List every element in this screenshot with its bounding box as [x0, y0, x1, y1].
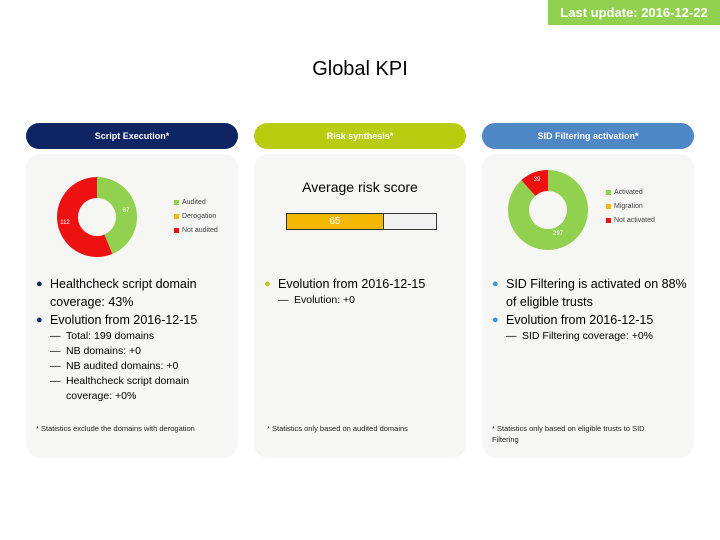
- script-sub-bullet: — Healthcheck script domain coverage: +0%: [36, 374, 231, 404]
- script-bullet-text: Healthcheck script domain coverage: 43%: [50, 277, 197, 309]
- risk-score-title: Average risk score: [302, 179, 418, 195]
- risk-synthesis-bullets: ● Evolution from 2016-12-15 — Evolution: +0: [264, 275, 459, 308]
- script-sub-bullet: — NB audited domains: +0: [36, 359, 231, 374]
- script-bullet-text: Evolution from 2016-12-15: [50, 313, 198, 327]
- dash-icon: —: [50, 330, 61, 342]
- risk-sub-bullet: — Evolution: +0: [264, 293, 459, 308]
- sid-donut-label-not-activated: 39: [534, 177, 541, 183]
- dash-icon: —: [50, 360, 61, 372]
- sid-bullet-text: Evolution from 2016-12-15: [506, 313, 654, 327]
- script-donut-label-not-audited: 112: [60, 220, 70, 226]
- dash-icon: —: [278, 294, 289, 306]
- risk-synthesis-header: Risk synthesis*: [254, 123, 466, 149]
- script-sub-bullet-text: NB audited domains: +0: [66, 360, 179, 372]
- page-title: Global KPI: [312, 58, 408, 80]
- sid-sub-bullet-text: SID Filtering coverage: +0%: [522, 330, 654, 342]
- dash-icon: —: [50, 345, 61, 357]
- script-execution-donut-chart: 87 112: [57, 177, 138, 257]
- sid-bullet: ● SID Filtering is activated on 88% of el…: [492, 275, 687, 311]
- risk-score-bar: 65: [286, 213, 437, 230]
- bullet-dot-icon: ●: [36, 314, 43, 326]
- legend-item-audited: Audited: [174, 195, 218, 209]
- bullet-dot-icon: ●: [492, 278, 499, 290]
- script-execution-legend: Audited Derogation Not audited: [174, 195, 218, 237]
- sid-bullet: ● Evolution from 2016-12-15: [492, 311, 687, 329]
- risk-score-fill: 65: [287, 214, 384, 229]
- script-sub-bullet: — NB domains: +0: [36, 344, 231, 359]
- script-sub-bullet-text: Total: 199 domains: [66, 330, 155, 342]
- script-execution-footnote: * Statistics exclude the domains with de…: [36, 424, 195, 433]
- sid-bullet-text: SID Filtering is activated on 88% of eli…: [506, 277, 687, 309]
- sid-filtering-header: SID Filtering activation*: [482, 123, 694, 149]
- legend-item-not-audited: Not audited: [174, 223, 218, 237]
- script-execution-header: Script Execution*: [26, 123, 238, 149]
- legend-item-activated: Activated: [606, 185, 655, 199]
- script-sub-bullet-text: NB domains: +0: [66, 345, 141, 357]
- dash-icon: —: [506, 330, 517, 342]
- legend-item-not-activated: Not activated: [606, 213, 655, 227]
- script-bullet: ● Healthcheck script domain coverage: 43%: [36, 275, 231, 311]
- dash-icon: —: [50, 375, 61, 387]
- script-donut-label-audited: 87: [123, 208, 130, 214]
- bullet-dot-icon: ●: [492, 314, 499, 326]
- sid-filtering-legend: Activated Migration Not activated: [606, 185, 655, 227]
- script-sub-bullet-text: Healthcheck script domain coverage: +0%: [66, 375, 190, 402]
- risk-sub-bullet-text: Evolution: +0: [294, 294, 356, 306]
- risk-bullet: ● Evolution from 2016-12-15: [264, 275, 459, 293]
- sid-donut-label-activated: 297: [553, 231, 564, 237]
- script-sub-bullet: — Total: 199 domains: [36, 329, 231, 344]
- risk-bullet-text: Evolution from 2016-12-15: [278, 277, 426, 291]
- bullet-dot-icon: ●: [36, 278, 43, 290]
- legend-item-migration: Migration: [606, 199, 655, 213]
- legend-item-derogation: Derogation: [174, 209, 218, 223]
- sid-filtering-donut-chart: 297 39: [508, 170, 588, 250]
- risk-synthesis-footnote: * Statistics only based on audited domai…: [267, 424, 408, 433]
- sid-sub-bullet: — SID Filtering coverage: +0%: [492, 329, 687, 344]
- script-execution-bullets: ● Healthcheck script domain coverage: 43%…: [36, 275, 231, 404]
- sid-filtering-bullets: ● SID Filtering is activated on 88% of el…: [492, 275, 687, 344]
- bullet-dot-icon: ●: [264, 278, 271, 290]
- script-bullet: ● Evolution from 2016-12-15: [36, 311, 231, 329]
- sid-filtering-footnote: * Statistics only based on eligible trus…: [492, 424, 645, 444]
- last-update-badge: Last update: 2016-12-22: [548, 0, 720, 25]
